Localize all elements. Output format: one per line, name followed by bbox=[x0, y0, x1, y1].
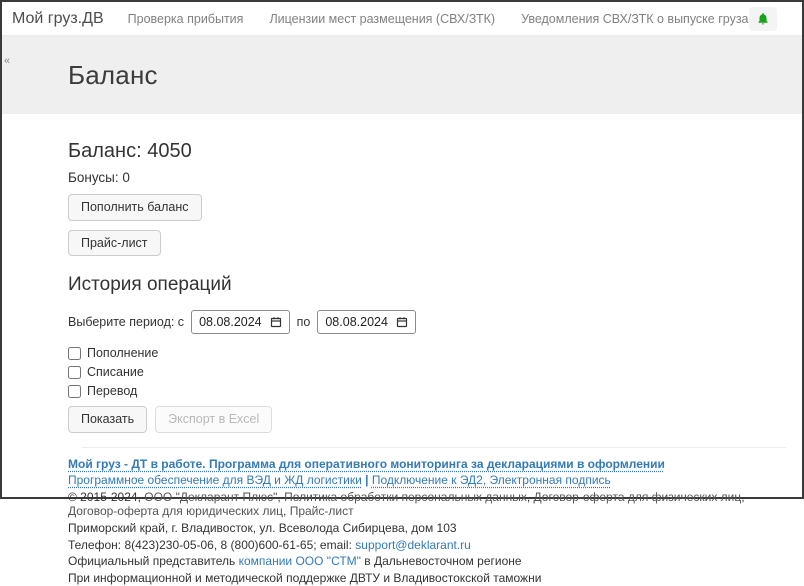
date-from-value: 08.08.2024 bbox=[199, 315, 262, 329]
nav-links: Проверка прибытия Лицензии мест размещен… bbox=[128, 12, 749, 26]
copyright-prefix: © 2015-2024, bbox=[68, 490, 144, 504]
bell-icon bbox=[756, 12, 770, 26]
footer-link-offer-legal[interactable]: Договор-оферта для юридических лиц bbox=[68, 504, 283, 518]
filter-row-writeoff: Списание bbox=[68, 365, 786, 379]
checkbox-transfer[interactable] bbox=[68, 385, 81, 398]
filter-row-topup: Пополнение bbox=[68, 346, 786, 360]
checkbox-writeoff-label: Списание bbox=[87, 365, 144, 379]
footer-link-software[interactable]: Программное обеспечение для ВЭД и ЖД лог… bbox=[68, 473, 362, 487]
date-to-input[interactable]: 08.08.2024 bbox=[317, 310, 416, 334]
page-title: Баланс bbox=[2, 36, 802, 91]
checkbox-topup[interactable] bbox=[68, 347, 81, 360]
footer-stm-company-link[interactable]: компании ООО "СТМ" bbox=[239, 554, 361, 568]
top-navigation-bar: Мой груз.ДВ Проверка прибытия Лицензии м… bbox=[2, 2, 802, 36]
calendar-icon[interactable] bbox=[396, 316, 408, 328]
bonus-amount: Бонусы: 0 bbox=[68, 170, 786, 185]
pricelist-button[interactable]: Прайс-лист bbox=[68, 230, 161, 257]
operation-type-filters: Пополнение Списание Перевод bbox=[68, 346, 786, 398]
history-section-title: История операций bbox=[68, 274, 786, 296]
copyright-sep: , bbox=[527, 490, 534, 504]
copyright-sep: , bbox=[741, 490, 744, 504]
balance-amount: Баланс: 4050 bbox=[68, 140, 786, 163]
period-label: Выберите период: с bbox=[68, 315, 184, 329]
footer-link-pricelist[interactable]: Прайс-лист bbox=[290, 504, 354, 518]
nav-right-group: Регион: Дальний Восток (ДВТУ) bbox=[749, 7, 804, 31]
checkbox-writeoff[interactable] bbox=[68, 366, 81, 379]
footer-separator-pipe: | bbox=[362, 473, 372, 487]
nav-item-licenses[interactable]: Лицензии мест размещения (СВХ/ЗТК) bbox=[269, 12, 495, 26]
page-header-band: « Баланс bbox=[2, 36, 802, 114]
filter-row-transfer: Перевод bbox=[68, 384, 786, 398]
footer-representative-prefix: Официальный представитель bbox=[68, 554, 239, 568]
nav-item-notifications[interactable]: Уведомления СВХ/ЗТК о выпуске груза bbox=[521, 12, 748, 26]
brand-logo[interactable]: Мой груз.ДВ bbox=[12, 10, 104, 28]
nav-item-arrival-check[interactable]: Проверка прибытия bbox=[128, 12, 244, 26]
show-button[interactable]: Показать bbox=[68, 406, 147, 433]
date-to-value: 08.08.2024 bbox=[325, 315, 388, 329]
footer-phone-text: Телефон: 8(423)230-05-06, 8 (800)600-61-… bbox=[68, 538, 355, 552]
checkbox-transfer-label: Перевод bbox=[87, 384, 137, 398]
footer-address: Приморский край, г. Владивосток, ул. Все… bbox=[68, 521, 786, 536]
footer-link-ed2[interactable]: Подключение к ЭД2, Электронная подпись bbox=[372, 473, 611, 487]
footer-link-company[interactable]: ООО "Декларант Плюс" bbox=[144, 490, 277, 504]
sidebar-toggle-icon[interactable]: « bbox=[4, 56, 10, 67]
page-footer: Мой груз - ДТ в работе. Программа для оп… bbox=[2, 448, 802, 586]
footer-email-link[interactable]: support@deklarant.ru bbox=[355, 538, 471, 552]
export-excel-button: Экспорт в Excel bbox=[155, 406, 272, 433]
period-selector-row: Выберите период: с 08.08.2024 по 08.08.2… bbox=[68, 310, 786, 334]
copyright-sep: , bbox=[283, 504, 290, 518]
footer-support-line: При информационной и методической поддер… bbox=[68, 571, 786, 586]
main-content: Баланс: 4050 Бонусы: 0 Пополнить баланс … bbox=[2, 114, 802, 448]
footer-link-privacy-policy[interactable]: Политика обработки персональных данных bbox=[284, 490, 527, 504]
footer-promo-link-main[interactable]: Мой груз - ДТ в работе. Программа для оп… bbox=[68, 457, 665, 471]
date-from-input[interactable]: 08.08.2024 bbox=[191, 310, 290, 334]
checkbox-topup-label: Пополнение bbox=[87, 346, 158, 360]
notification-bell-button[interactable] bbox=[749, 7, 777, 31]
topup-balance-button[interactable]: Пополнить баланс bbox=[68, 194, 202, 221]
action-buttons-row: Показать Экспорт в Excel bbox=[68, 406, 786, 433]
footer-representative-suffix: в Дальневосточном регионе bbox=[361, 554, 522, 568]
period-to-label: по bbox=[297, 315, 311, 329]
footer-link-offer-individuals[interactable]: Договор-оферта для физических лиц bbox=[534, 490, 742, 504]
calendar-icon[interactable] bbox=[270, 316, 282, 328]
